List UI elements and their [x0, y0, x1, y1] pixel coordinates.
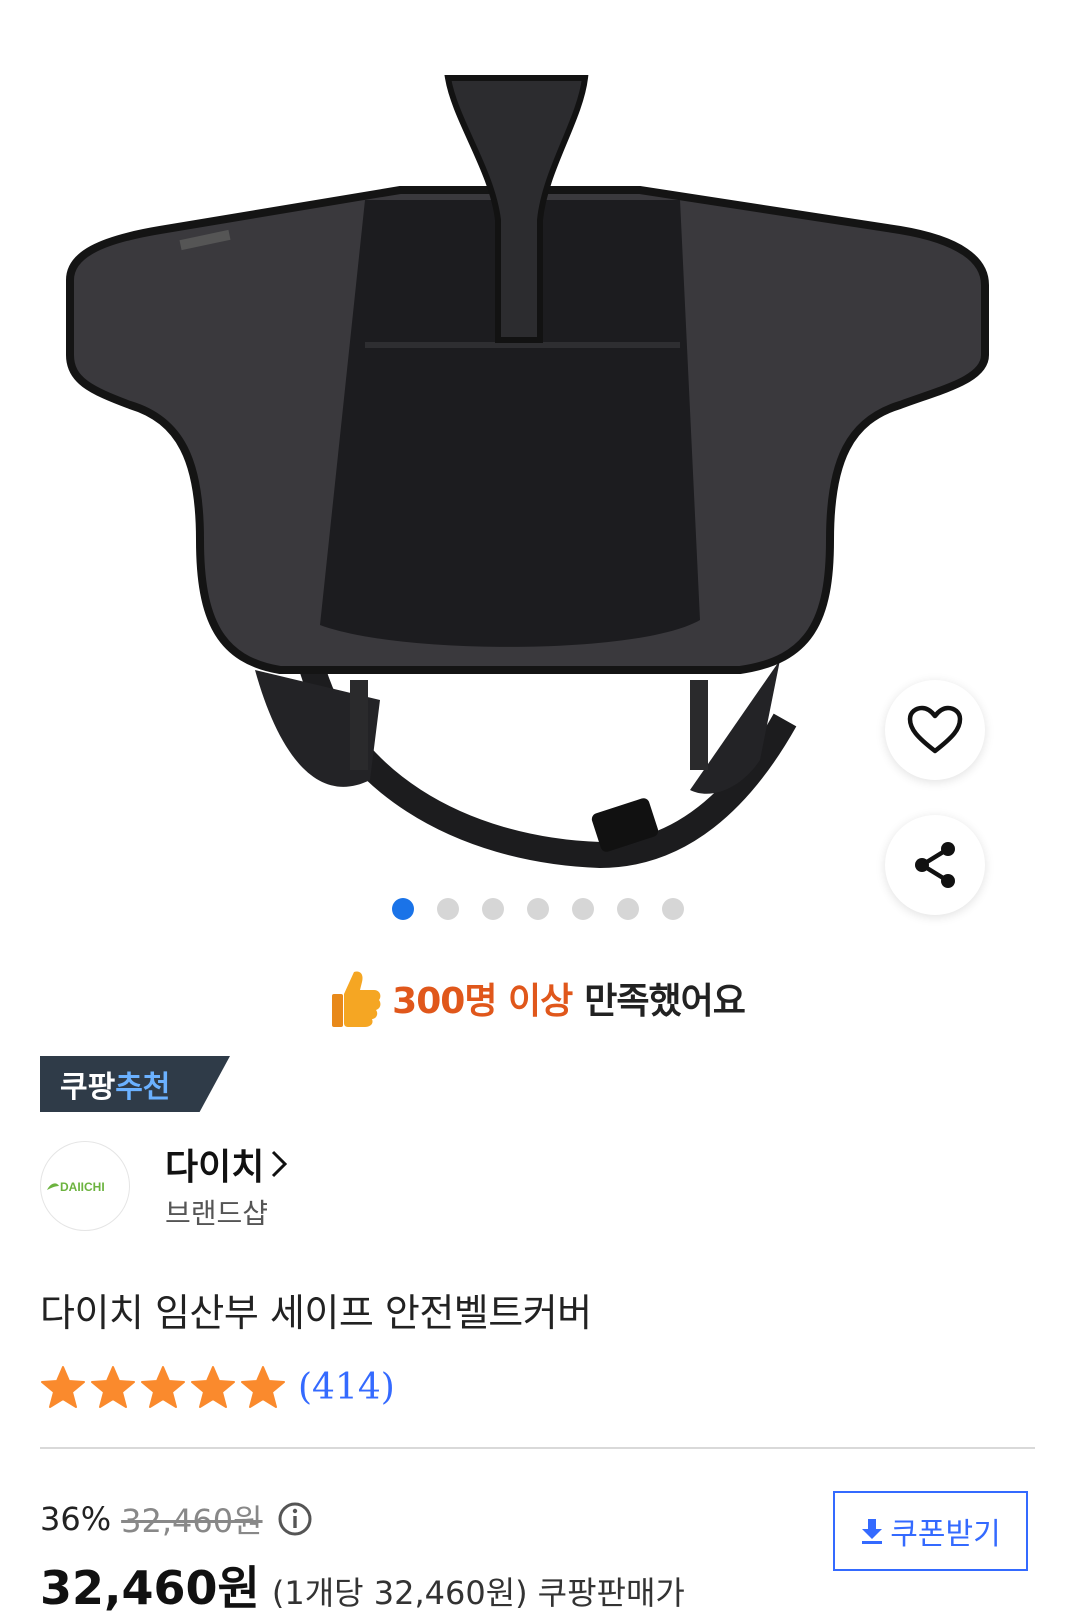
badge-label-1: 쿠팡 [60, 1070, 116, 1105]
badge-label-2: 추천 [115, 1070, 171, 1105]
product-rating[interactable]: (414) [40, 1365, 395, 1409]
info-icon[interactable] [277, 1501, 313, 1537]
pagination-dot[interactable] [616, 898, 639, 920]
review-count[interactable]: (414) [298, 1367, 395, 1408]
pagination-dot[interactable] [436, 898, 459, 920]
unit-price: (1개당 32,460원) [271, 1574, 528, 1612]
coupon-label: 쿠폰받기 [890, 1517, 1001, 1552]
seller-label: 쿠팡판매가 [537, 1574, 685, 1612]
chevron-right-icon [272, 1150, 288, 1178]
product-title: 다이치 임산부 세이프 안전벨트커버 [40, 1291, 592, 1335]
wishlist-button[interactable] [885, 680, 985, 780]
heart-icon [907, 705, 963, 754]
sale-price: 32,460원 [40, 1561, 260, 1615]
discount-row: 36% 32,460원 [40, 1496, 313, 1542]
pagination-dot[interactable] [391, 898, 414, 920]
product-image[interactable] [40, 60, 1000, 880]
brand-shop-label: 브랜드샵 [165, 1197, 269, 1230]
satisfaction-banner: 300명 이상 만족했어요 [0, 968, 1075, 1028]
pagination-dot[interactable] [571, 898, 594, 920]
discount-percent: 36% [40, 1500, 112, 1538]
pagination-dot[interactable] [661, 898, 684, 920]
pagination-dot[interactable] [526, 898, 549, 920]
gallery-pagination [0, 898, 1075, 920]
price-row: 32,460원 (1개당 32,460원) 쿠팡판매가 [40, 1552, 685, 1618]
thumbs-up-icon [332, 971, 381, 1027]
star-icon [241, 1366, 285, 1408]
satisfaction-highlight: 300명 이상 [392, 981, 573, 1022]
rating-stars [40, 1365, 286, 1409]
star-icon [141, 1366, 185, 1408]
brand-logo-mark: DAIICHI [47, 1180, 105, 1194]
svg-text:DAIICHI: DAIICHI [60, 1180, 105, 1194]
divider [40, 1447, 1035, 1449]
pagination-dot[interactable] [481, 898, 504, 920]
coupang-recommend-badge: 쿠팡 추천 [40, 1056, 230, 1112]
download-icon [862, 1519, 883, 1544]
satisfaction-text: 만족했어요 [584, 981, 746, 1022]
star-icon [41, 1366, 85, 1408]
star-icon [91, 1366, 135, 1408]
share-icon [915, 842, 955, 888]
original-price: 32,460원 [121, 1502, 263, 1540]
brand-name: 다이치 [165, 1147, 265, 1188]
brand-logo[interactable]: DAIICHI [40, 1141, 130, 1231]
star-icon [191, 1366, 235, 1408]
coupon-button[interactable]: 쿠폰받기 [833, 1491, 1028, 1571]
product-image-gallery[interactable] [0, 0, 1075, 945]
brand-link[interactable]: 다이치 [165, 1138, 288, 1190]
